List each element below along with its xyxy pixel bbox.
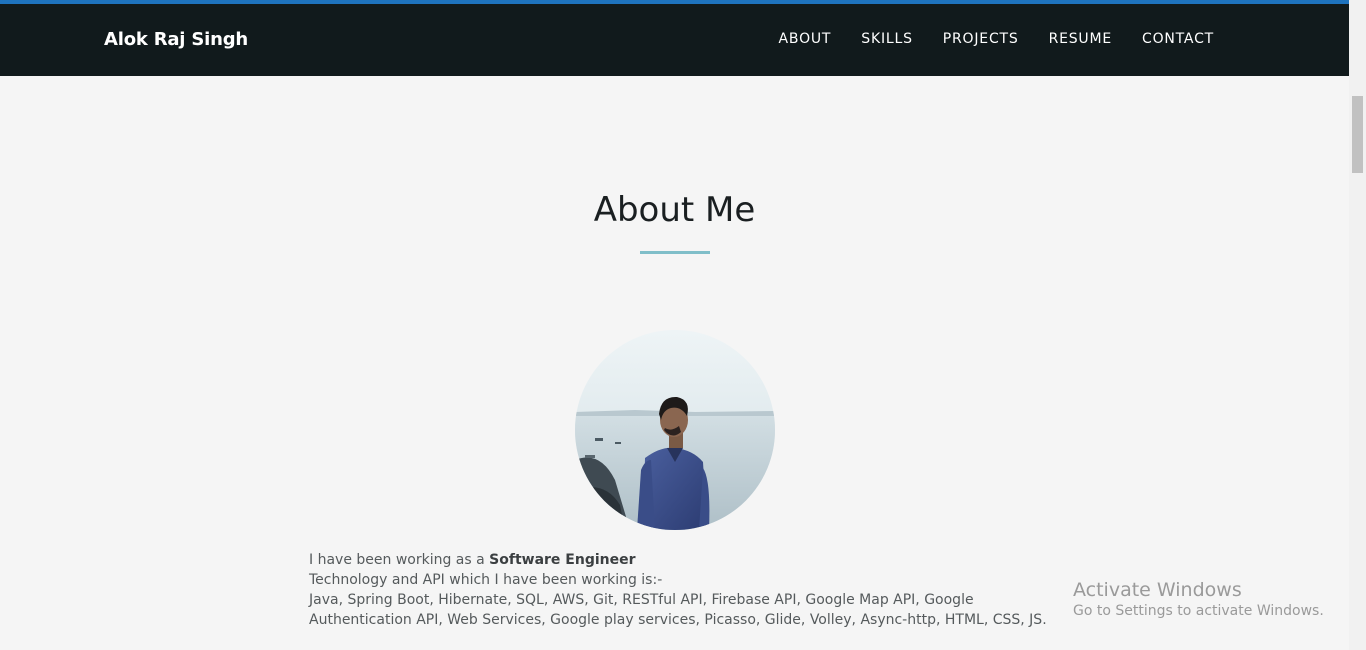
watermark-subtitle: Go to Settings to activate Windows.	[1073, 603, 1324, 619]
tech-label: Technology and API which I have been wor…	[309, 572, 663, 588]
tech-list: Java, Spring Boot, Hibernate, SQL, AWS, …	[309, 592, 1047, 628]
intro-prefix: I have been working as a	[309, 552, 490, 568]
vertical-scrollbar[interactable]	[1349, 0, 1366, 650]
nav-link-about[interactable]: ABOUT	[779, 31, 832, 47]
title-underline	[640, 251, 710, 254]
nav-link-projects[interactable]: PROJECTS	[943, 31, 1019, 47]
watermark-title: Activate Windows	[1073, 579, 1242, 601]
profile-photo-graphic	[575, 330, 775, 530]
nav-link-resume[interactable]: RESUME	[1049, 31, 1112, 47]
nav-link-skills[interactable]: SKILLS	[861, 31, 912, 47]
scrollbar-thumb[interactable]	[1352, 96, 1363, 173]
profile-photo	[575, 330, 775, 530]
nav-link-contact[interactable]: CONTACT	[1142, 31, 1214, 47]
intro-line: I have been working as a Software Engine…	[309, 550, 1069, 570]
about-title: About Me	[593, 190, 756, 230]
nav-links: ABOUT SKILLS PROJECTS RESUME CONTACT	[779, 31, 1214, 47]
navbar: Alok Raj Singh ABOUT SKILLS PROJECTS RES…	[0, 4, 1349, 76]
brand-link[interactable]: Alok Raj Singh	[104, 29, 248, 50]
about-description: I have been working as a Software Engine…	[309, 550, 1069, 630]
windows-activation-watermark: Activate Windows Go to Settings to activ…	[1073, 579, 1324, 619]
intro-role: Software Engineer	[489, 552, 636, 568]
